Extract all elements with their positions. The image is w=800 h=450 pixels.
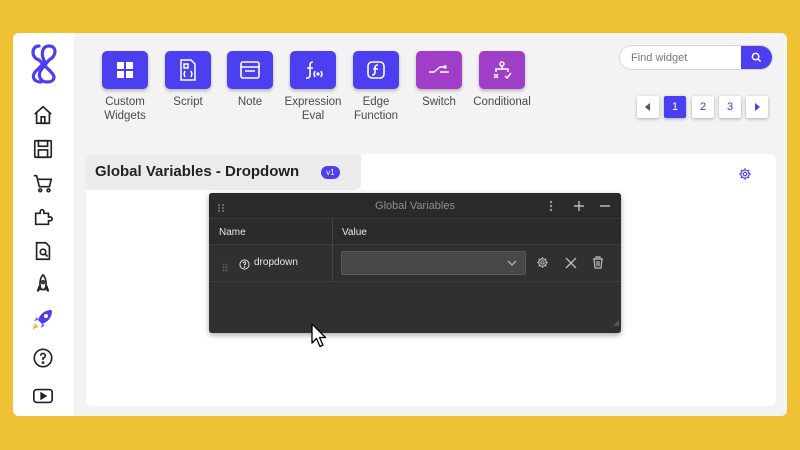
row-drag-handle-icon[interactable] bbox=[222, 259, 228, 277]
column-header-row: Name Value bbox=[209, 218, 621, 245]
tool-expression-eval[interactable]: Expression Eval bbox=[278, 51, 348, 123]
help-icon[interactable] bbox=[31, 346, 55, 370]
title-tab: Global Variables - Dropdown v1 bbox=[86, 154, 361, 190]
tool-label: Expression Eval bbox=[284, 96, 342, 122]
widget-title: Global Variables bbox=[375, 200, 455, 212]
remove-variable-icon[interactable] bbox=[565, 256, 577, 274]
conditional-icon bbox=[479, 51, 525, 89]
note-icon bbox=[227, 51, 273, 89]
delete-variable-icon[interactable] bbox=[592, 256, 604, 274]
tool-label: Edge Function bbox=[353, 96, 399, 122]
page-title: Global Variables - Dropdown bbox=[95, 163, 300, 180]
puzzle-icon[interactable] bbox=[31, 205, 55, 229]
tool-conditional[interactable]: Conditional bbox=[467, 51, 537, 109]
caret-left-icon bbox=[645, 103, 650, 111]
search-button[interactable] bbox=[741, 46, 772, 69]
tool-script[interactable]: Script bbox=[153, 51, 223, 109]
tool-edge-function[interactable]: Edge Function bbox=[341, 51, 411, 123]
chevron-down-icon bbox=[507, 260, 517, 266]
variable-name: dropdown bbox=[254, 257, 298, 268]
brand-logo bbox=[27, 42, 61, 84]
tool-label: Conditional bbox=[473, 96, 531, 108]
name-column-header: Name bbox=[219, 227, 246, 238]
tool-custom-widgets[interactable]: Custom Widgets bbox=[90, 51, 160, 123]
rocket-outline-icon[interactable] bbox=[31, 272, 55, 296]
settings-gear-icon[interactable] bbox=[738, 167, 752, 186]
switch-icon bbox=[416, 51, 462, 89]
page-1-button[interactable]: 1 bbox=[664, 96, 686, 118]
next-page-button[interactable] bbox=[746, 96, 768, 118]
tool-label: Custom Widgets bbox=[104, 96, 146, 122]
version-badge: v1 bbox=[321, 166, 340, 179]
more-options-icon[interactable] bbox=[549, 199, 553, 217]
value-dropdown[interactable] bbox=[341, 251, 526, 275]
table-row: dropdown bbox=[209, 245, 621, 282]
add-variable-icon[interactable] bbox=[573, 199, 585, 217]
global-variables-widget[interactable]: Global Variables Name Value dropdown bbox=[209, 193, 621, 333]
caret-right-icon bbox=[755, 103, 760, 111]
prev-page-button[interactable] bbox=[637, 96, 659, 118]
search-input[interactable] bbox=[620, 46, 744, 69]
help-circle-icon[interactable] bbox=[239, 257, 250, 275]
script-file-icon bbox=[165, 51, 211, 89]
widget-search bbox=[619, 45, 773, 70]
page-2-button[interactable]: 2 bbox=[692, 96, 714, 118]
function-icon bbox=[290, 51, 336, 89]
tool-note[interactable]: Note bbox=[215, 51, 285, 109]
tool-switch[interactable]: Switch bbox=[404, 51, 474, 109]
page-3-button[interactable]: 3 bbox=[719, 96, 741, 118]
save-icon[interactable] bbox=[31, 137, 55, 161]
tool-label: Switch bbox=[422, 96, 456, 108]
grid-icon bbox=[102, 51, 148, 89]
widget-header[interactable]: Global Variables bbox=[209, 193, 621, 218]
edge-function-icon bbox=[353, 51, 399, 89]
home-icon[interactable] bbox=[31, 103, 55, 127]
tool-label: Script bbox=[173, 96, 203, 108]
document-search-icon[interactable] bbox=[31, 239, 55, 263]
search-icon bbox=[751, 52, 762, 63]
rocket-launch-icon[interactable] bbox=[31, 307, 55, 331]
variable-settings-icon[interactable] bbox=[536, 256, 549, 274]
mouse-cursor-icon bbox=[311, 323, 327, 354]
resize-handle-icon[interactable] bbox=[613, 313, 619, 331]
cart-icon[interactable] bbox=[31, 171, 55, 195]
sidebar bbox=[13, 33, 74, 416]
tool-label: Note bbox=[237, 96, 263, 108]
youtube-icon[interactable] bbox=[31, 384, 55, 408]
value-column-header: Value bbox=[342, 227, 367, 238]
minimize-icon[interactable] bbox=[599, 199, 611, 217]
